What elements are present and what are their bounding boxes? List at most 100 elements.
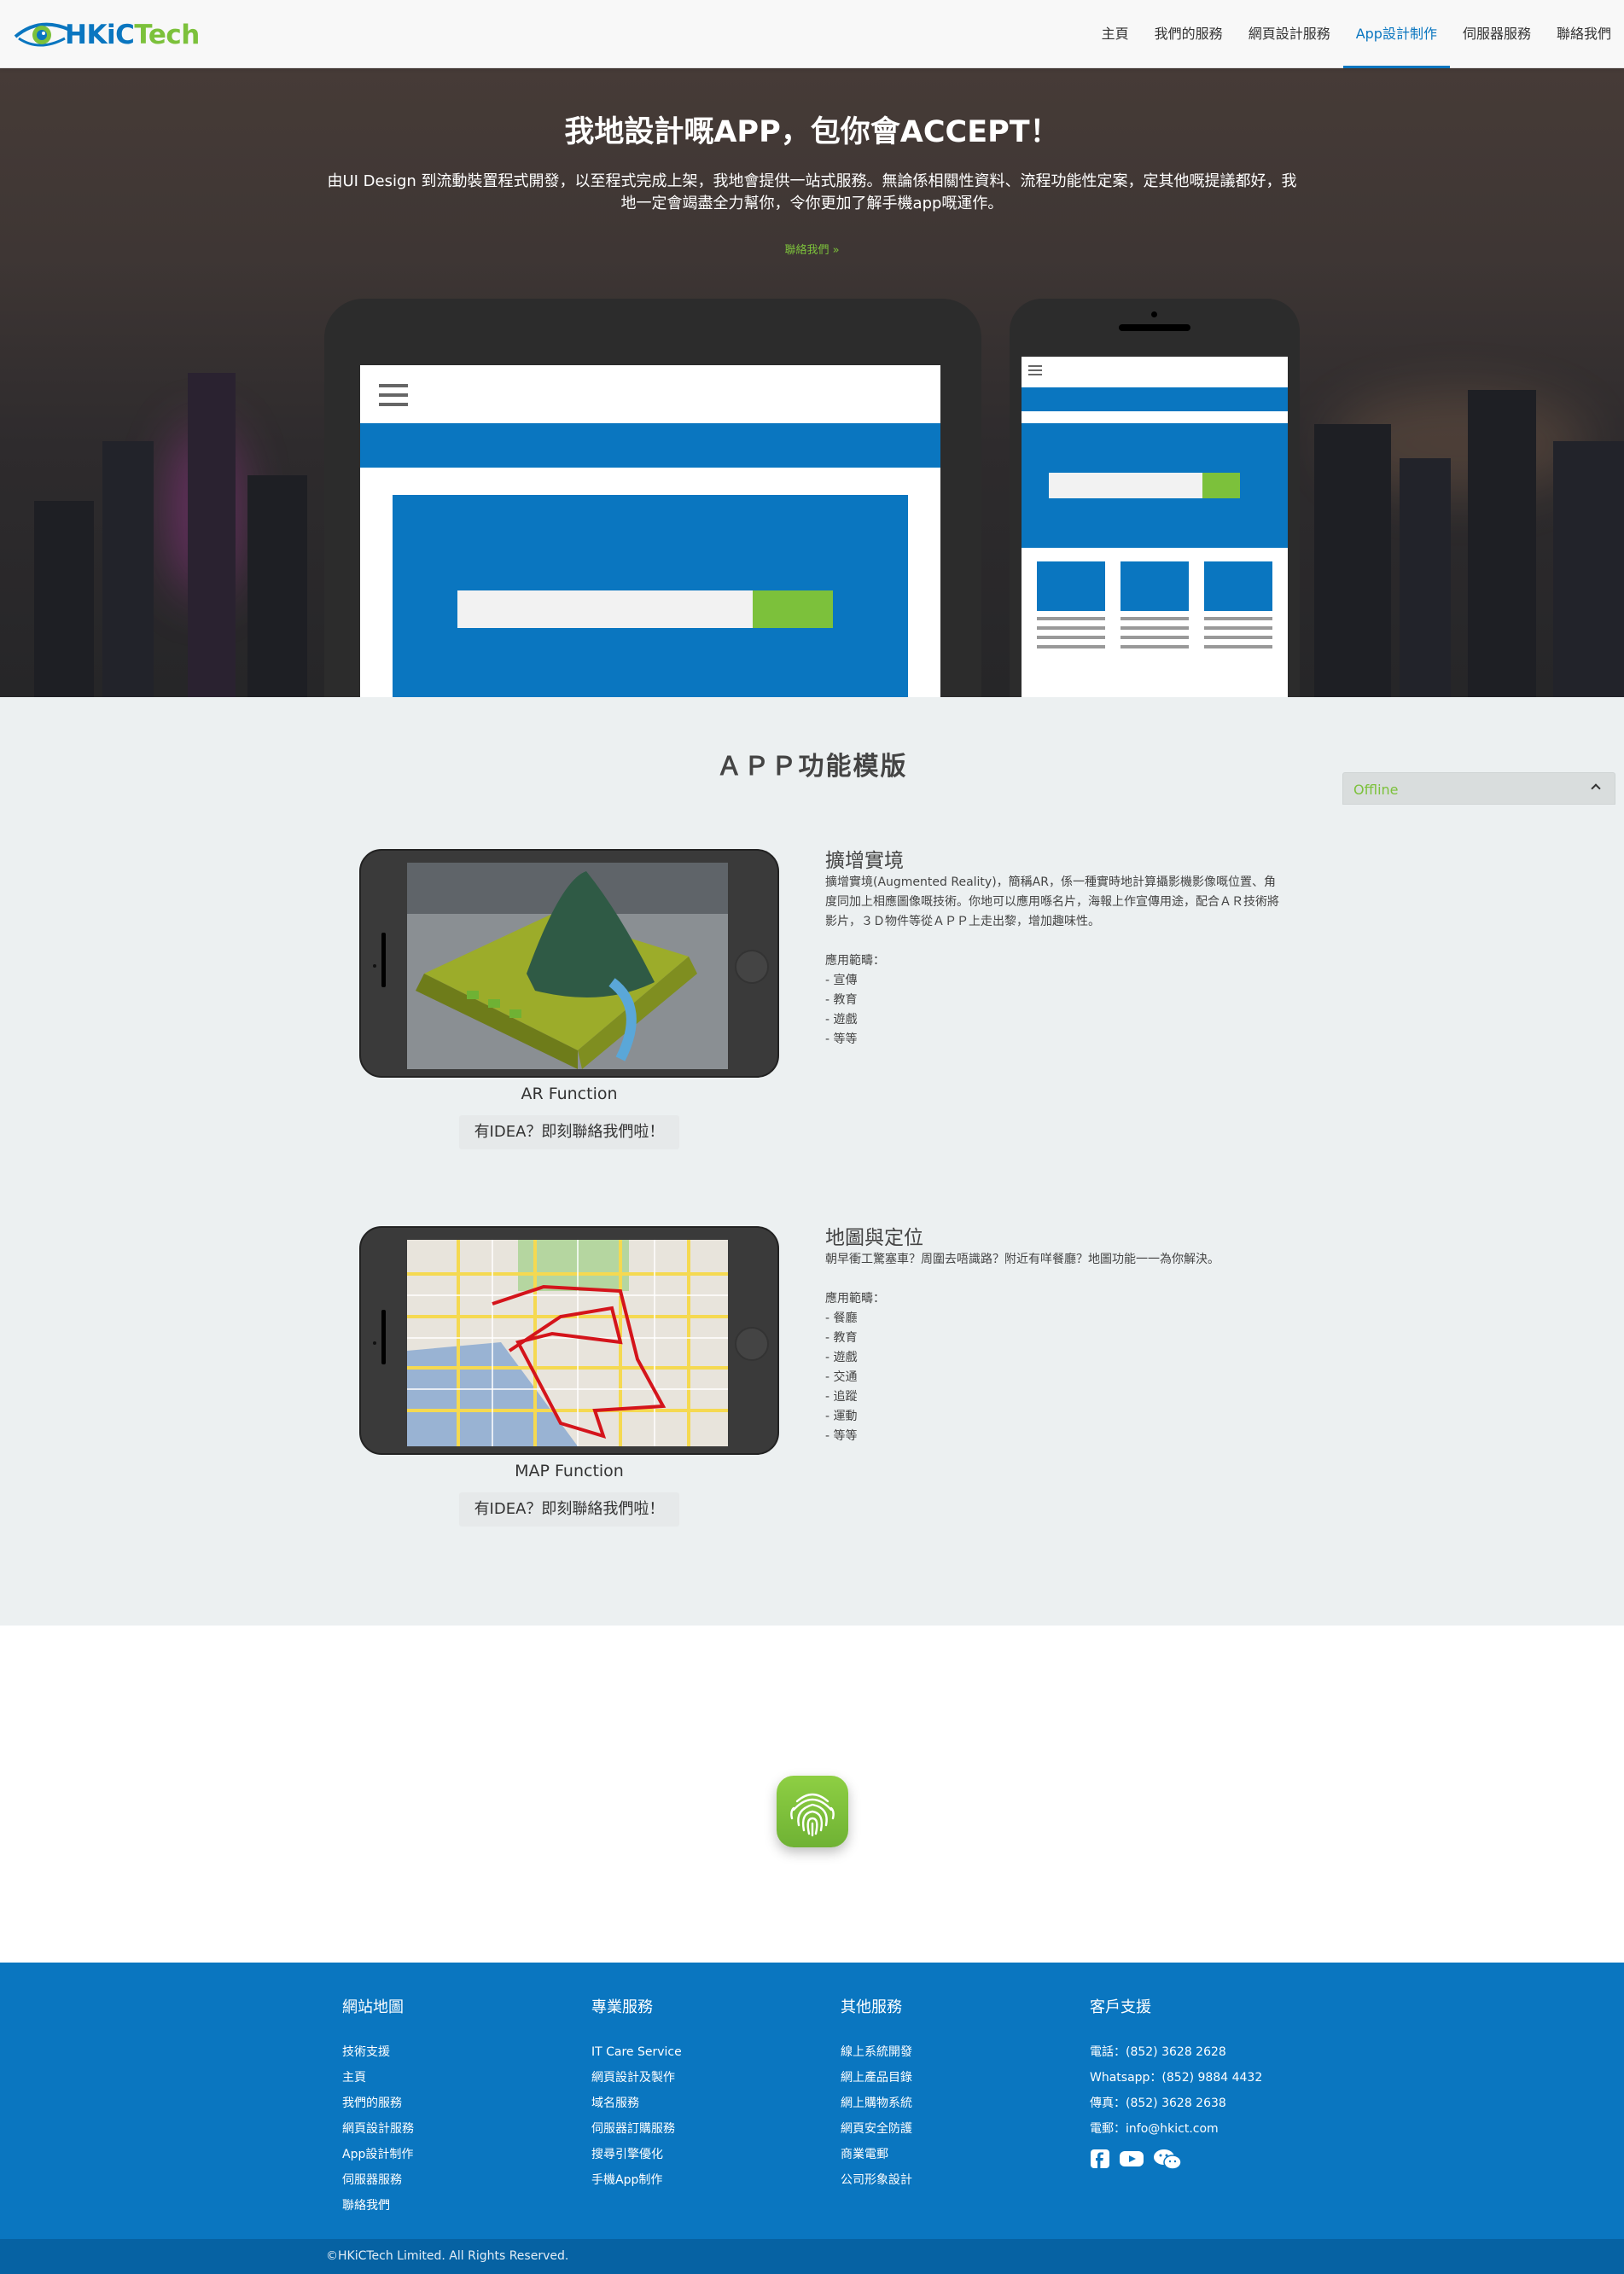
footer-link[interactable]: 主頁 [342,2065,414,2091]
hero-section: 我地設計嘅APP，包你會ACCEPT！ 由UI Design 到流動裝置程式開發… [0,68,1624,697]
tablet-screen [360,365,940,697]
skyline-building [188,373,236,697]
hamburger-icon [1028,365,1042,375]
phone-button [381,1310,386,1364]
hero-description: 由UI Design 到流動裝置程式開發，以至程式完成上架，我地會提供一站式服務… [327,172,1297,212]
mockup-search [1049,473,1202,498]
mockup-search-button [1202,473,1240,498]
phone-button [381,933,386,987]
footer-col-title: 專業服務 [591,1998,653,2016]
nav-item-server[interactable]: 伺服器服務 [1450,0,1544,68]
footer-col-title: 客戶支援 [1090,1998,1151,2016]
footer-col-title: 網站地圖 [342,1998,404,2016]
footer-col-title: 其他服務 [841,1998,902,2016]
skyline-building [102,441,154,697]
chat-status: Offline [1353,782,1399,798]
footer-link[interactable]: App設計制作 [342,2142,414,2167]
tablet-mockup [324,299,981,697]
footer-col-other-services: 其他服務 線上系統開發 網上產品目錄 網上購物系統 網頁安全防護 商業電郵 公司… [841,1995,912,2193]
chat-widget[interactable]: Offline [1342,772,1615,805]
skyline-building [247,475,307,697]
nav-item-app-design[interactable]: App設計制作 [1342,0,1451,68]
footer-link[interactable]: 商業電郵 [841,2142,912,2167]
footer-link[interactable]: 公司形象設計 [841,2167,912,2193]
skyline-building [1553,441,1624,697]
footer-link[interactable]: IT Care Service [591,2039,682,2065]
footer-link[interactable]: 伺服器訂購服務 [591,2116,682,2142]
footer-link[interactable]: 搜尋引擎優化 [591,2142,682,2167]
footer-link[interactable]: 技術支援 [342,2039,414,2065]
nav-item-home[interactable]: 主頁 [1089,0,1142,68]
copyright-text: ©HKiCTech Limited. All Rights Reserved. [326,2249,569,2263]
mockup-search [457,590,753,628]
skyline-building [1468,390,1536,697]
nav-item-contact[interactable]: 聯絡我們 [1544,0,1624,68]
feature-title: 擴增實境 [825,850,904,872]
wechat-icon[interactable] [1153,2149,1182,2174]
hero-title: 我地設計嘅APP，包你會ACCEPT！ [564,115,1060,149]
map-screenshot [407,1240,728,1446]
fingerprint-section [0,1626,1624,1963]
home-button-icon [735,950,769,984]
footer-link[interactable]: 網上購物系統 [841,2091,912,2116]
site-logo[interactable]: HKiCTech [14,14,200,56]
mockup-bar [360,423,940,468]
feature-cta-button[interactable]: 有IDEA？即刻聯絡我們啦！ [459,1492,679,1527]
phone-landscape-mockup [359,1226,779,1455]
mockup-bar [1022,387,1288,411]
footer-link[interactable]: 伺服器服務 [342,2167,414,2193]
feature-description: 擴增實境(Augmented Reality)，簡稱AR，係一種實時地計算攝影機… [825,875,1279,1046]
footer-col-sitemap: 網站地圖 技術支援 主頁 我們的服務 網頁設計服務 App設計制作 伺服器服務 … [342,1995,414,2219]
nav-item-web-design[interactable]: 網頁設計服務 [1236,0,1343,68]
speaker-icon [1119,324,1190,331]
site-header: HKiCTech 主頁 我們的服務 網頁設計服務 App設計制作 伺服器服務 聯… [0,0,1624,68]
feature-caption: AR Function [521,1085,618,1103]
phone-sensor [373,964,376,968]
feature-title: 地圖與定位 [825,1227,923,1249]
camera-icon [1151,311,1157,317]
ar-screenshot [407,863,728,1069]
social-links [1090,2149,1262,2174]
footer-contact-email[interactable]: 電郵：info@hkict.com [1090,2116,1262,2142]
footer-contact-fax: 傳真：(852) 3628 2638 [1090,2097,1226,2110]
hamburger-icon [379,384,408,406]
footer-link[interactable]: 聯絡我們 [342,2193,414,2219]
eye-logo-icon [14,18,73,52]
home-button-icon [735,1327,769,1361]
hero-contact-link[interactable]: 聯絡我們 » [0,241,1624,257]
phone-landscape-mockup [359,849,779,1078]
footer-link[interactable]: 域名服務 [591,2091,682,2116]
phone-screen [1022,357,1288,697]
skyline-building [1314,424,1391,697]
mockup-column [1121,561,1189,648]
mockup-panel [393,495,908,697]
features-section: ＡＰＰ功能模版 Offline AR Function 有IDEA？即刻聯絡我們… [0,697,1624,1626]
footer-link[interactable]: 我們的服務 [342,2091,414,2116]
main-nav: 主頁 我們的服務 網頁設計服務 App設計制作 伺服器服務 聯絡我們 [1089,0,1624,68]
youtube-icon[interactable] [1119,2149,1144,2174]
skyline-building [34,501,94,697]
footer-link[interactable]: 手機App制作 [591,2167,682,2193]
footer-col-support: 客戶支援 電話：(852) 3628 2628 Whatsapp：(852) 9… [1090,1995,1262,2174]
footer-contact-phone: 電話：(852) 3628 2628 [1090,2045,1226,2059]
feature-ar: AR Function 有IDEA？即刻聯絡我們啦！ 擴增實境 擴增實境(Aug… [0,849,1624,1190]
phone-sensor [373,1341,376,1345]
mockup-column [1204,561,1272,648]
footer-link[interactable]: 網頁設計服務 [342,2116,414,2142]
facebook-icon[interactable] [1090,2149,1110,2174]
footer-link[interactable]: 網上產品目錄 [841,2065,912,2091]
nav-item-services[interactable]: 我們的服務 [1142,0,1236,68]
footer-link[interactable]: 網頁設計及製作 [591,2065,682,2091]
mockup-column [1037,561,1105,648]
chevron-up-icon[interactable] [1591,783,1601,794]
footer-link[interactable]: 網頁安全防護 [841,2116,912,2142]
footer-link[interactable]: 線上系統開發 [841,2039,912,2065]
skyline-building [1400,458,1451,697]
feature-cta-button[interactable]: 有IDEA？即刻聯絡我們啦！ [459,1115,679,1149]
mockup-search-button [753,590,833,628]
fingerprint-icon [777,1776,848,1847]
phone-mockup [1010,299,1300,697]
footer-col-pro-services: 專業服務 IT Care Service 網頁設計及製作 域名服務 伺服器訂購服… [591,1995,682,2193]
footer-contact-whatsapp: Whatsapp：(852) 9884 4432 [1090,2071,1263,2085]
feature-description: 朝早衝工驚塞車？周圍去唔識路？附近有咩餐廳？地圖功能一一為你解決。 應用範疇： … [825,1253,1219,1443]
